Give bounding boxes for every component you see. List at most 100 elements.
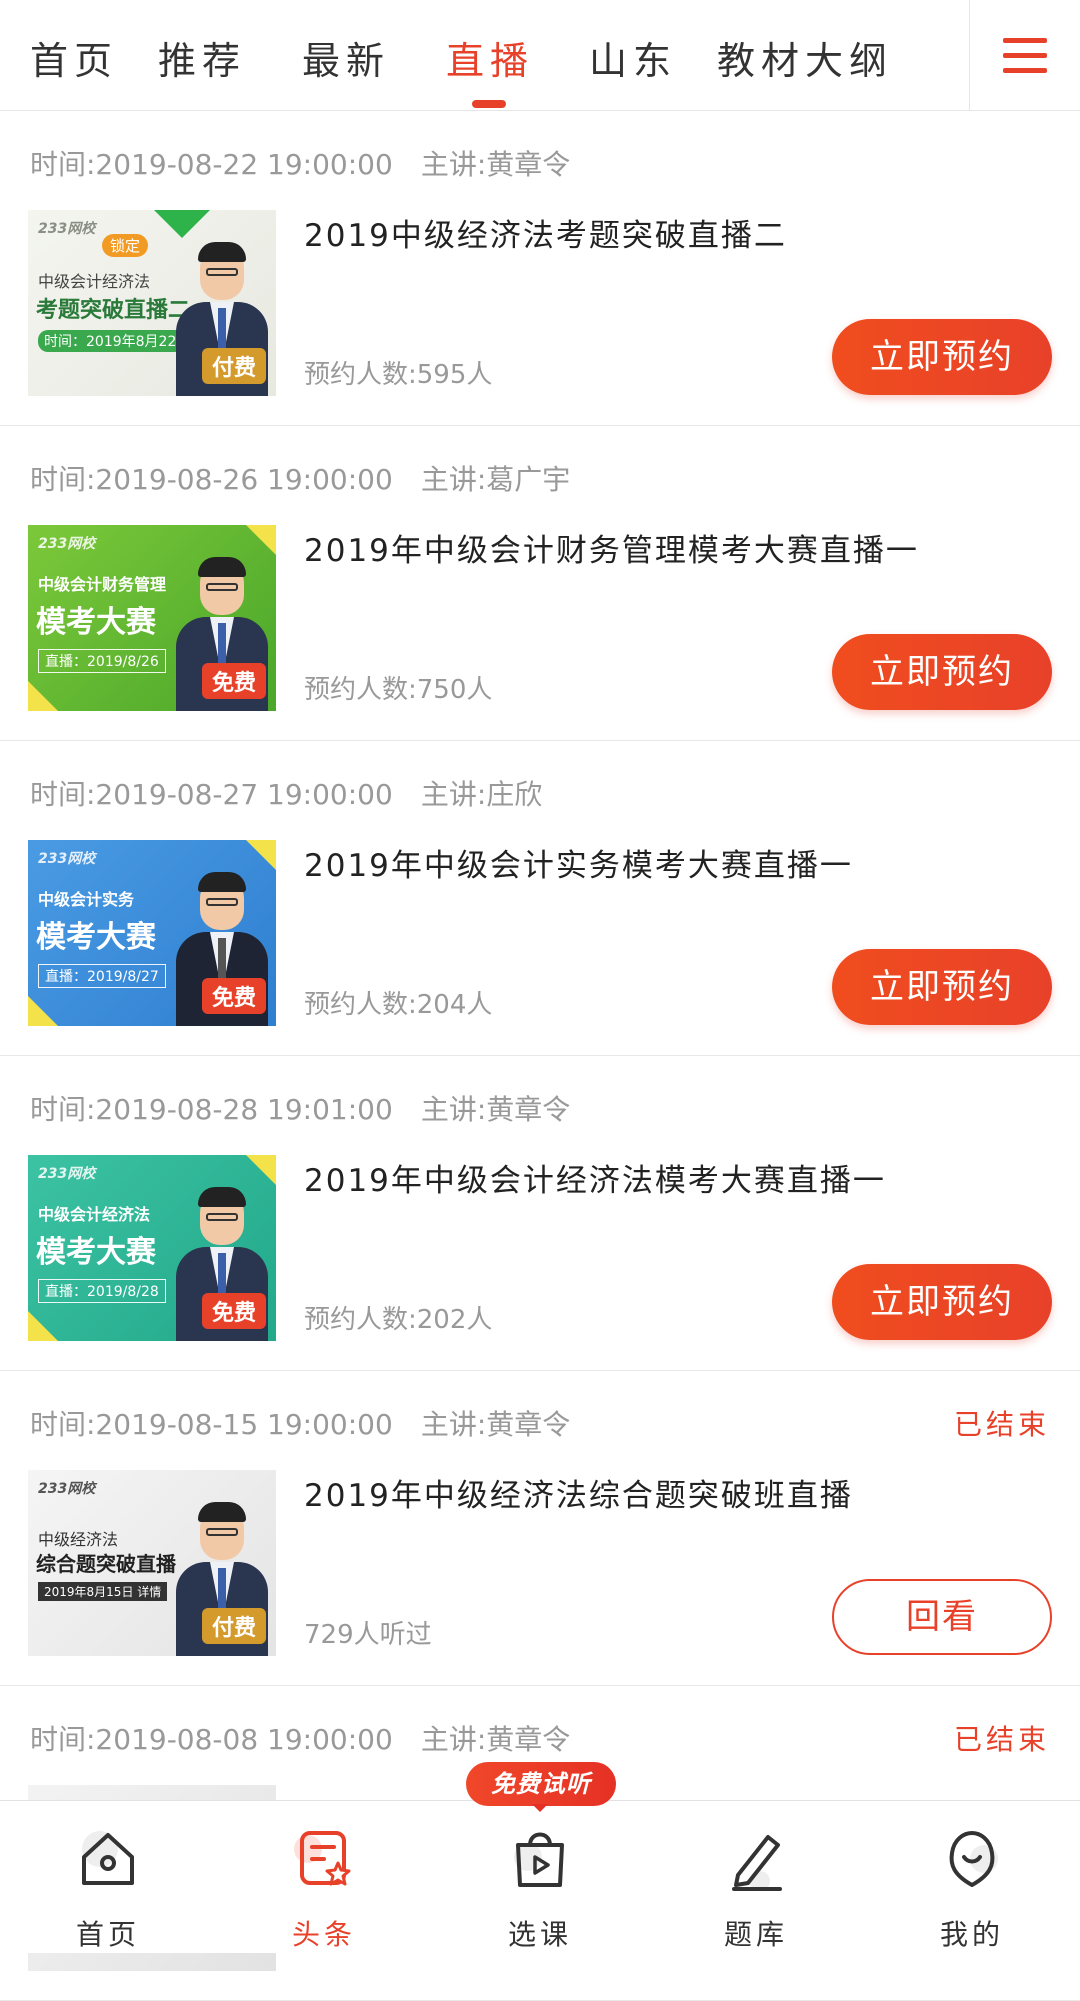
list-item[interactable]: 时间:2019-08-26 19:00:00 主讲:葛广宇 233网校 中级会计财… (0, 426, 1080, 741)
live-title[interactable]: 2019年中级经济法综合题突破班直播 (304, 1470, 853, 1515)
lock-tag: 锁定 (102, 234, 149, 257)
live-meta: 时间:2019-08-08 19:00:00 主讲:黄章令 (30, 1718, 570, 1758)
ended-status: 已结束 (953, 1408, 1050, 1441)
nav-label: 题库 (723, 1918, 788, 1951)
tab-home[interactable]: 首页 (30, 30, 118, 85)
thumb-subtitle: 中级会计经济法 (38, 272, 151, 291)
thumb-title: 模考大赛 (36, 605, 156, 640)
thumb-title: 综合题突破直播 (36, 1552, 176, 1576)
reserve-button[interactable]: 立即预约 (832, 634, 1052, 710)
brand-logo: 233网校 (38, 1481, 96, 1497)
course-thumbnail[interactable]: 233网校 中级经济法 综合题突破直播 2019年8月15日 详情 付费 (28, 1470, 276, 1656)
live-meta: 时间:2019-08-26 19:00:00 主讲:葛广宇 (30, 458, 570, 498)
thumb-title: 模考大赛 (36, 1235, 156, 1270)
live-time: 时间:2019-08-28 19:01:00 (30, 1093, 393, 1126)
course-thumbnail[interactable]: 233网校 锁定 中级会计经济法 考题突破直播二 时间：2019年8月22日 付… (28, 210, 276, 396)
live-lecturer: 主讲:庄欣 (420, 778, 543, 811)
thumb-date: 直播：2019/8/27 (38, 964, 166, 988)
live-list: 时间:2019-08-22 19:00:00 主讲:黄章令 233网校 锁定 中级… (0, 111, 1080, 2001)
live-title[interactable]: 2019年中级会计财务管理模考大赛直播一 (304, 525, 919, 570)
reservation-count: 预约人数:204人 (304, 990, 493, 1020)
tab-textbook-outline[interactable]: 教材大纲 (717, 30, 893, 85)
nav-label: 头条 (291, 1918, 356, 1951)
reservation-count: 预约人数:595人 (304, 360, 493, 390)
brand-logo: 233网校 (38, 1166, 96, 1182)
thumb-date: 直播：2019/8/28 (38, 1279, 166, 1303)
free-badge: 免费 (201, 663, 266, 699)
live-title[interactable]: 2019年中级会计经济法模考大赛直播一 (304, 1155, 886, 1200)
course-bag-icon (514, 1832, 564, 1887)
live-meta: 时间:2019-08-15 19:00:00 主讲:黄章令 (30, 1403, 570, 1443)
thumb-subtitle: 中级经济法 (38, 1530, 119, 1549)
live-time: 时间:2019-08-27 19:00:00 (30, 778, 393, 811)
tab-recommend[interactable]: 推荐 (158, 30, 246, 85)
reserve-button[interactable]: 立即预约 (832, 949, 1052, 1025)
nav-profile[interactable]: 我的 (864, 1801, 1080, 1953)
thumb-date: 直播：2019/8/26 (38, 649, 166, 673)
nav-news[interactable]: 头条 (216, 1801, 432, 1953)
list-item[interactable]: 时间:2019-08-22 19:00:00 主讲:黄章令 233网校 锁定 中级… (0, 111, 1080, 426)
live-meta: 时间:2019-08-28 19:01:00 主讲:黄章令 (30, 1088, 570, 1128)
nav-home[interactable]: 首页 (0, 1801, 216, 1953)
list-item[interactable]: 时间:2019-08-28 19:01:00 主讲:黄章令 233网校 中级会计经… (0, 1056, 1080, 1371)
category-tabs: 首页 推荐 最新 直播 山东 教材大纲 (0, 0, 970, 110)
reservation-count: 预约人数:202人 (304, 1305, 493, 1335)
nav-courses[interactable]: 选课 (432, 1801, 648, 1953)
reservation-count: 预约人数:750人 (304, 675, 493, 705)
replay-button[interactable]: 回看 (832, 1579, 1052, 1655)
active-tab-indicator (472, 100, 506, 108)
course-thumbnail[interactable]: 233网校 中级会计实务 模考大赛 直播：2019/8/27 免费 (28, 840, 276, 1026)
home-icon (82, 1831, 134, 1885)
live-lecturer: 主讲:黄章令 (420, 1723, 571, 1756)
top-tab-bar: 首页 推荐 最新 直播 山东 教材大纲 (0, 0, 1080, 111)
free-trial-tag[interactable]: 免费试听 (466, 1762, 616, 1812)
ended-status: 已结束 (953, 1723, 1050, 1756)
live-lecturer: 主讲:黄章令 (420, 1408, 571, 1441)
live-title[interactable]: 2019中级经济法考题突破直播二 (304, 210, 787, 255)
corner-ribbon (154, 210, 210, 238)
reserve-button[interactable]: 立即预约 (832, 319, 1052, 395)
list-item[interactable]: 时间:2019-08-27 19:00:00 主讲:庄欣 233网校 中级会计实务… (0, 741, 1080, 1056)
course-thumbnail[interactable]: 233网校 中级会计财务管理 模考大赛 直播：2019/8/26 免费 (28, 525, 276, 711)
reserve-button[interactable]: 立即预约 (832, 1264, 1052, 1340)
live-time: 时间:2019-08-15 19:00:00 (30, 1408, 393, 1441)
nav-label: 我的 (939, 1918, 1004, 1951)
tab-shandong[interactable]: 山东 (589, 30, 677, 85)
live-time: 时间:2019-08-26 19:00:00 (30, 463, 393, 496)
nav-label: 首页 (75, 1918, 140, 1951)
news-icon (294, 1831, 351, 1886)
live-title[interactable]: 2019年中级会计实务模考大赛直播一 (304, 840, 853, 885)
course-thumbnail[interactable]: 233网校 中级会计经济法 模考大赛 直播：2019/8/28 免费 (28, 1155, 276, 1341)
paid-badge: 付费 (201, 1608, 266, 1644)
live-time: 时间:2019-08-22 19:00:00 (30, 148, 393, 181)
bottom-nav: 首页 头条 选课 题库 我的 (0, 1800, 1080, 1953)
brand-logo: 233网校 (38, 536, 96, 552)
profile-icon (949, 1831, 998, 1887)
thumb-date: 时间：2019年8月22日 (38, 330, 197, 352)
live-meta: 时间:2019-08-27 19:00:00 主讲:庄欣 (30, 773, 542, 813)
thumb-title: 考题突破直播二 (36, 298, 191, 323)
live-lecturer: 主讲:葛广宇 (420, 463, 571, 496)
free-badge: 免费 (201, 978, 266, 1014)
listened-count: 729人听过 (304, 1620, 432, 1650)
thumb-subtitle: 中级会计实务 (38, 890, 135, 909)
free-badge: 免费 (201, 1293, 266, 1329)
live-meta: 时间:2019-08-22 19:00:00 主讲:黄章令 (30, 143, 570, 183)
thumb-title: 模考大赛 (36, 920, 156, 955)
thumb-date: 2019年8月15日 详情 (38, 1582, 168, 1601)
list-item[interactable]: 时间:2019-08-15 19:00:00 主讲:黄章令 已结束 233网校 中… (0, 1371, 1080, 1686)
nav-question-bank[interactable]: 题库 (648, 1801, 864, 1953)
paid-badge: 付费 (201, 348, 266, 384)
thumb-subtitle: 中级会计财务管理 (38, 575, 167, 594)
nav-label: 选课 (507, 1918, 572, 1951)
live-time: 时间:2019-08-08 19:00:00 (30, 1723, 393, 1756)
hamburger-icon[interactable] (969, 0, 1080, 110)
live-lecturer: 主讲:黄章令 (420, 1093, 571, 1126)
tab-live[interactable]: 直播 (446, 30, 534, 85)
tab-latest[interactable]: 最新 (302, 30, 390, 85)
brand-logo: 233网校 (38, 221, 96, 237)
thumb-subtitle: 中级会计经济法 (38, 1205, 151, 1224)
live-lecturer: 主讲:黄章令 (420, 148, 571, 181)
pencil-icon (732, 1835, 782, 1891)
brand-logo: 233网校 (38, 851, 96, 867)
